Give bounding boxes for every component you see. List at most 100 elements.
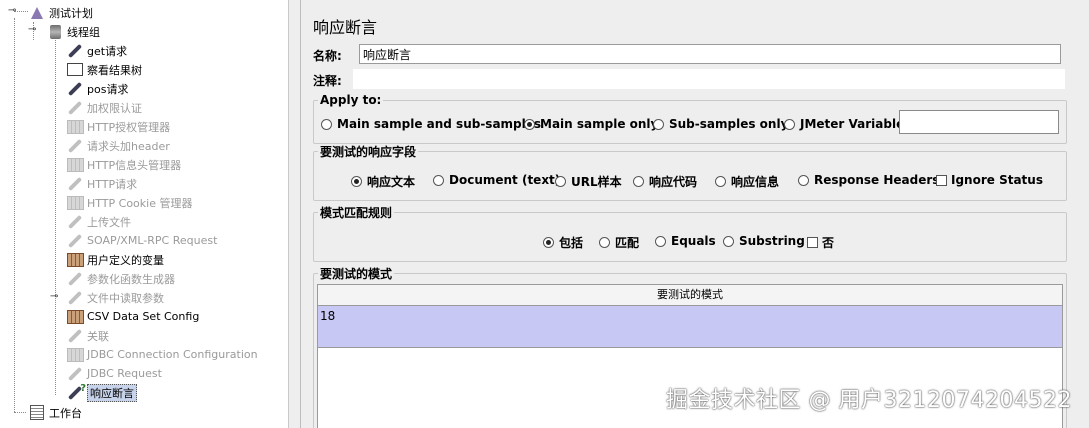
tree-item-test-plan[interactable]: 测试计划 — [28, 3, 93, 22]
collapse-toggle-icon[interactable]: ⊸ — [8, 5, 16, 16]
tree-item-function-helper[interactable]: 参数化函数生成器 — [66, 269, 175, 288]
tree-item-add-header[interactable]: 请求头加header — [66, 136, 170, 155]
tree-item-http-request[interactable]: HTTP请求 — [66, 174, 137, 193]
radio-icon — [784, 118, 795, 130]
pen-icon — [66, 43, 84, 59]
expand-toggle-icon[interactable]: ⊸ — [50, 291, 58, 302]
comment-label: 注释: — [313, 74, 342, 88]
pen-icon — [66, 271, 84, 287]
radio-icon — [321, 118, 332, 130]
tree-item-label: HTTP请求 — [87, 177, 138, 191]
field-document-text-radio[interactable]: Document (text) — [433, 173, 560, 187]
tree-item-response-assertion[interactable]: ? 响应断言 — [66, 383, 137, 402]
tree-item-http-cookie-manager[interactable]: HTTP Cookie 管理器 — [66, 193, 192, 212]
match-not-checkbox[interactable]: 否 — [807, 234, 834, 251]
radio-label: JMeter Variable — [800, 117, 905, 131]
tree-item-label: 响应断言 — [87, 383, 137, 402]
tree-item-label: 用户定义的变量 — [87, 253, 164, 267]
tree-item-label: 察看结果树 — [87, 63, 142, 77]
tree-item-label: SOAP/XML-RPC Request — [87, 234, 218, 247]
flask-icon — [28, 5, 46, 21]
radio-icon — [599, 237, 610, 248]
radio-icon — [723, 235, 734, 247]
field-response-headers-radio[interactable]: Response Headers — [798, 173, 939, 187]
tree-item-post-request[interactable]: pos请求 — [66, 79, 128, 98]
pen-icon — [66, 138, 84, 154]
test-plan-tree[interactable]: ⊸ ⊸ ⊸ 测试计划 线程组 get请求 察看结果树 pos请求 加权限认证 H… — [0, 0, 289, 428]
match-matches-radio[interactable]: 匹配 — [599, 234, 639, 251]
pen-icon — [66, 100, 84, 116]
tree-item-workbench[interactable]: 工作台 — [28, 403, 82, 422]
comment-input[interactable] — [353, 69, 1065, 89]
ignore-status-checkbox[interactable]: Ignore Status — [936, 173, 1043, 187]
grid-icon — [66, 119, 84, 135]
match-substring-radio[interactable]: Substring — [723, 234, 805, 248]
tree-item-csv-data-set-config[interactable]: CSV Data Set Config — [66, 307, 199, 326]
radio-icon — [655, 235, 666, 247]
tree-item-get-request[interactable]: get请求 — [66, 41, 127, 60]
radio-label: 响应代码 — [649, 175, 698, 189]
grid-icon — [66, 347, 84, 363]
pen-icon — [66, 233, 84, 249]
radio-label: Equals — [671, 234, 716, 248]
tree-connector — [14, 18, 15, 412]
assertion-icon: ? — [66, 383, 86, 401]
apply-to-legend: Apply to: — [320, 93, 382, 107]
checkbox-icon — [807, 237, 818, 248]
tree-item-label: 上传文件 — [87, 215, 131, 229]
tree-connector — [55, 40, 56, 395]
apply-sub-only-radio[interactable]: Sub-samples only — [653, 117, 788, 131]
table-row[interactable]: 18 — [318, 306, 1062, 348]
collapse-toggle-icon[interactable]: ⊸ — [28, 24, 36, 35]
pen-icon — [66, 214, 84, 230]
apply-main-and-sub-radio[interactable]: Main sample and sub-samples — [321, 117, 541, 131]
tree-item-label: HTTP Cookie 管理器 — [87, 196, 193, 210]
field-url-sample-radio[interactable]: URL样本 — [555, 173, 622, 190]
tree-item-label: 加权限认证 — [87, 101, 142, 115]
tree-item-label: get请求 — [87, 44, 128, 58]
radio-label: Main sample only — [540, 117, 659, 131]
tree-item-label: 参数化函数生成器 — [87, 272, 175, 286]
match-contains-radio[interactable]: 包括 — [543, 234, 583, 251]
radio-label: Substring — [739, 234, 805, 248]
radio-selected-icon — [524, 118, 535, 130]
tree-item-read-params-from-file[interactable]: 文件中读取参数 — [66, 288, 164, 307]
apply-jmeter-variable-radio[interactable]: JMeter Variable — [784, 117, 904, 131]
tree-item-label: 文件中读取参数 — [87, 291, 164, 305]
grid-icon — [66, 252, 84, 268]
radio-selected-icon — [543, 237, 554, 248]
field-response-code-radio[interactable]: 响应代码 — [633, 173, 697, 190]
tree-connector — [14, 412, 26, 413]
tree-item-user-defined-variables[interactable]: 用户定义的变量 — [66, 250, 164, 269]
tree-item-label: JDBC Request — [87, 367, 162, 380]
apply-main-only-radio[interactable]: Main sample only — [524, 117, 658, 131]
tree-item-http-auth-manager[interactable]: HTTP授权管理器 — [66, 117, 170, 136]
checkbox-label: Ignore Status — [951, 173, 1043, 187]
tree-item-view-results-tree[interactable]: 察看结果树 — [66, 60, 142, 79]
tree-item-jdbc-request[interactable]: JDBC Request — [66, 364, 162, 383]
name-label: 名称: — [313, 49, 342, 63]
radio-label: 响应信息 — [731, 175, 780, 189]
jmeter-variable-input[interactable] — [899, 110, 1059, 134]
radio-label: 包括 — [559, 236, 584, 250]
table-cell[interactable]: 18 — [320, 309, 335, 323]
tree-item-upload-file[interactable]: 上传文件 — [66, 212, 131, 231]
tree-item-correlation[interactable]: 关联 — [66, 326, 109, 345]
field-response-message-radio[interactable]: 响应信息 — [715, 173, 779, 190]
radio-label: Main sample and sub-samples — [337, 117, 542, 131]
tree-item-soap-request[interactable]: SOAP/XML-RPC Request — [66, 231, 217, 250]
tree-item-jdbc-connection-config[interactable]: JDBC Connection Configuration — [66, 345, 258, 364]
tree-item-auth[interactable]: 加权限认证 — [66, 98, 142, 117]
tree-item-label: 关联 — [87, 329, 109, 343]
radio-selected-icon — [351, 176, 362, 187]
name-input[interactable] — [359, 44, 1061, 64]
tree-item-thread-group[interactable]: 线程组 — [46, 22, 100, 41]
patterns-column-header[interactable]: 要测试的模式 — [318, 285, 1062, 306]
radio-label: Sub-samples only — [669, 117, 789, 131]
match-equals-radio[interactable]: Equals — [655, 234, 716, 248]
tree-item-label: CSV Data Set Config — [87, 310, 200, 323]
radio-icon — [555, 176, 566, 187]
spool-icon — [46, 24, 64, 40]
tree-item-http-header-manager[interactable]: HTTP信息头管理器 — [66, 155, 181, 174]
field-response-text-radio[interactable]: 响应文本 — [351, 173, 415, 190]
